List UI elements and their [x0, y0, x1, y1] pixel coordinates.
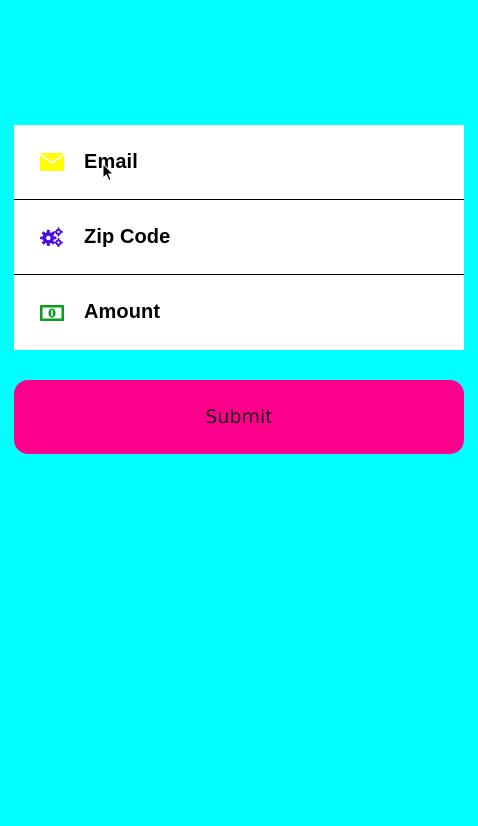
- zip-code-field[interactable]: Zip Code: [14, 200, 464, 274]
- form-card: Email Zip Code Amount: [14, 125, 464, 350]
- email-field[interactable]: Email: [14, 125, 464, 199]
- amount-label: Amount: [84, 301, 161, 323]
- gears-icon: [40, 227, 64, 248]
- envelope-icon: [40, 152, 64, 172]
- amount-field[interactable]: Amount: [14, 275, 464, 350]
- money-bill-icon: [40, 303, 64, 323]
- mouse-cursor-icon: [102, 163, 115, 182]
- submit-label: Submit: [205, 406, 273, 428]
- submit-button[interactable]: Submit: [14, 380, 464, 454]
- zip-code-label: Zip Code: [84, 225, 171, 248]
